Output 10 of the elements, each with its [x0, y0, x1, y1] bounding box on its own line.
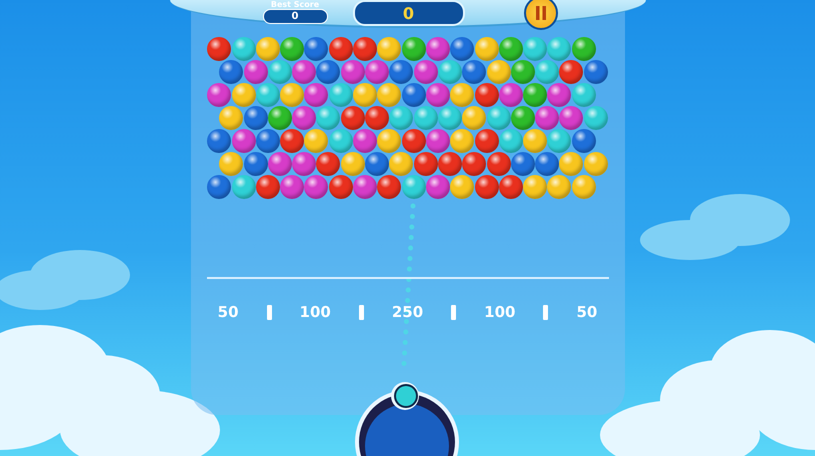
- best-score-label: Best Score: [270, 0, 320, 9]
- score-value: 0: [352, 0, 464, 26]
- zone-points: 50: [218, 303, 239, 321]
- zone-points: 50: [576, 303, 598, 321]
- best-score-value: 0: [262, 9, 328, 24]
- zone-points: 100: [300, 303, 331, 321]
- zone-points: 100: [484, 303, 516, 321]
- pause-button[interactable]: [524, 0, 558, 30]
- zone-points: 250: [392, 303, 424, 321]
- pause-icon: [534, 6, 546, 20]
